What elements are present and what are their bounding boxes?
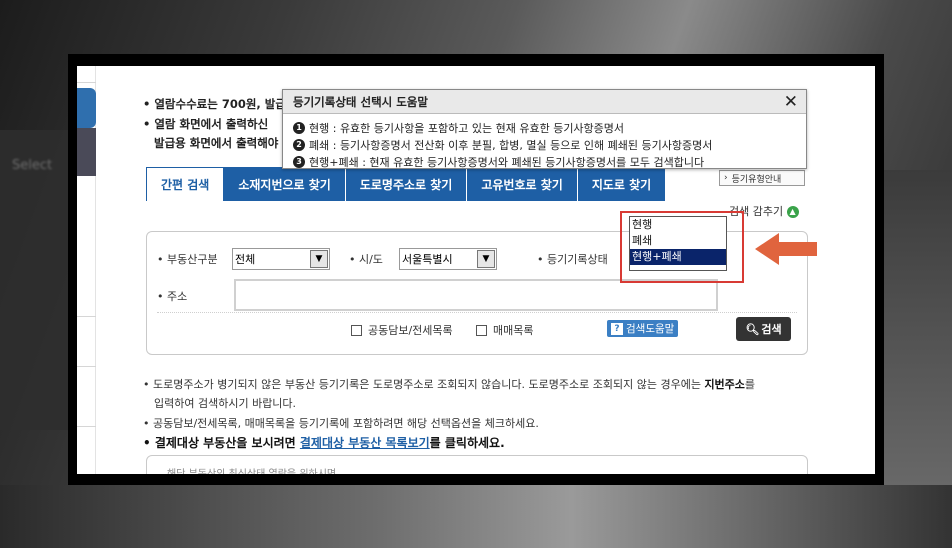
number-2-icon: 2 [293, 139, 305, 151]
search-help-button[interactable]: ? 검색도움말 [607, 320, 679, 337]
registry-status-label: • 등기기록상태 [537, 253, 608, 266]
registry-type-guide-label: 등기유형안내 [731, 174, 782, 185]
tab-unique-number[interactable]: 고유번호로 찾기 [467, 167, 578, 201]
property-type-value: 전체 [235, 253, 256, 266]
note-text: • 도로명주소가 병기되지 않은 부동산 등기기록은 도로명주소로 조회되지 않… [143, 378, 705, 391]
note-bold: 지번주소 [704, 378, 745, 391]
tab-lot-number[interactable]: 소재지번으로 찾기 [224, 167, 346, 201]
sale-list-checkbox[interactable]: 매매목록 [476, 322, 533, 338]
search-button[interactable]: 🔍︎ 검색 [736, 317, 791, 341]
property-type-select[interactable]: 전체 ▼ [232, 248, 330, 270]
note-road-address-2: 입력하여 검색하시기 바랍니다. [154, 397, 297, 410]
tab-simple-search[interactable]: 간편 검색 [146, 167, 225, 201]
note-payment: • 결제대상 부동산을 보시려면 결제대상 부동산 목록보기를 클릭하세요. [143, 434, 505, 451]
chevron-right-icon: › [724, 173, 728, 183]
popup-row: 2 폐쇄 : 등기사항증명서 전산화 이후 분필, 합병, 멸실 등으로 인해 … [293, 137, 712, 153]
print-info: • 열람 화면에서 출력하신 [143, 117, 269, 131]
form-divider [157, 312, 797, 313]
highlight-box [620, 211, 744, 283]
background-monitor-right [882, 170, 952, 500]
arrow-left-icon [755, 233, 817, 265]
city-select[interactable]: 서울특별시 ▼ [399, 248, 497, 270]
bottom-hint: 해당 부동산의 최신상태 열람을 위하시면 ... [167, 465, 349, 474]
sidebar-divider [77, 316, 96, 317]
tab-map[interactable]: 지도로 찾기 [577, 167, 667, 201]
sidebar-highlight [77, 88, 96, 128]
popup-row: 1 현행 : 유효한 등기사항을 포함하고 있는 현재 유효한 등기사항증명서 [293, 120, 624, 136]
city-value: 서울특별시 [402, 253, 453, 266]
close-icon[interactable]: ✕ [784, 92, 798, 112]
search-button-label: 검색 [761, 323, 782, 336]
note-road-address: • 도로명주소가 병기되지 않은 부동산 등기기록은 도로명주소로 조회되지 않… [143, 376, 755, 392]
address-input[interactable] [234, 279, 718, 311]
web-page: • 열람수수료는 700원, 발급 • 열람 화면에서 출력하신 발급용 화면에… [77, 66, 875, 474]
background-desk [0, 485, 952, 548]
checkbox-box [476, 324, 487, 336]
tab-road-address[interactable]: 도로명주소로 찾기 [345, 167, 468, 201]
address-label: • 주소 [157, 290, 188, 303]
joint-collateral-checkbox[interactable]: 공동담보/전세목록 [351, 322, 453, 338]
search-tabs: 간편 검색 소재지번으로 찾기 도로명주소로 찾기 고유번호로 찾기 지도로 찾… [146, 167, 667, 201]
number-1-icon: 1 [293, 122, 305, 134]
number-3-icon: 3 [293, 156, 305, 168]
background-text: Select [12, 158, 53, 173]
sale-list-label: 매매목록 [493, 324, 534, 337]
sidebar-dark-block [77, 128, 96, 176]
note-text: 를 [744, 378, 756, 391]
print-info-2: 발급용 화면에서 출력해야 [154, 136, 279, 150]
question-icon: ? [611, 322, 623, 335]
search-help-label: 검색도움말 [626, 323, 675, 335]
registry-type-guide-button[interactable]: › 등기유형안내 [719, 170, 805, 186]
background-monitor-left [0, 130, 70, 430]
popup-row-text: 현행+폐쇄 : 현재 유효한 등기사항증명서와 폐쇄된 등기사항증명서를 모두 … [309, 156, 705, 169]
joint-collateral-label: 공동담보/전세목록 [368, 324, 453, 337]
popup-row-text: 폐쇄 : 등기사항증명서 전산화 이후 분필, 합병, 멸실 등으로 인해 폐쇄… [309, 139, 713, 152]
sidebar-divider [77, 426, 96, 427]
search-icon: 🔍︎ [745, 322, 760, 336]
sidebar-divider [77, 366, 96, 367]
note-bold: 를 클릭하세요. [429, 436, 505, 450]
checkbox-box [351, 324, 362, 336]
sidebar-divider [77, 82, 96, 83]
left-sidebar-strip [77, 66, 96, 474]
city-label: • 시/도 [349, 253, 383, 266]
popup-row: 3 현행+폐쇄 : 현재 유효한 등기사항증명서와 폐쇄된 등기사항증명서를 모… [293, 154, 704, 170]
chevron-down-icon: ▼ [310, 250, 328, 268]
popup-row-text: 현행 : 유효한 등기사항을 포함하고 있는 현재 유효한 등기사항증명서 [309, 122, 625, 135]
fee-info: • 열람수수료는 700원, 발급 [143, 97, 286, 111]
chevron-down-icon: ▼ [477, 250, 495, 268]
popup-title: 등기기록상태 선택시 도움말 [283, 90, 806, 114]
payment-list-link[interactable]: 결제대상 부동산 목록보기 [300, 436, 430, 450]
property-type-label: • 부동산구분 [157, 253, 218, 266]
note-bold: • 결제대상 부동산을 보시려면 [143, 436, 300, 450]
note-collateral: • 공동담보/전세목록, 매매목록을 등기기록에 포함하려면 해당 선택옵션을 … [143, 417, 539, 430]
status-help-popup: 등기기록상태 선택시 도움말 ✕ 1 현행 : 유효한 등기사항을 포함하고 있… [282, 89, 807, 169]
chevron-up-icon: ▲ [786, 206, 799, 218]
